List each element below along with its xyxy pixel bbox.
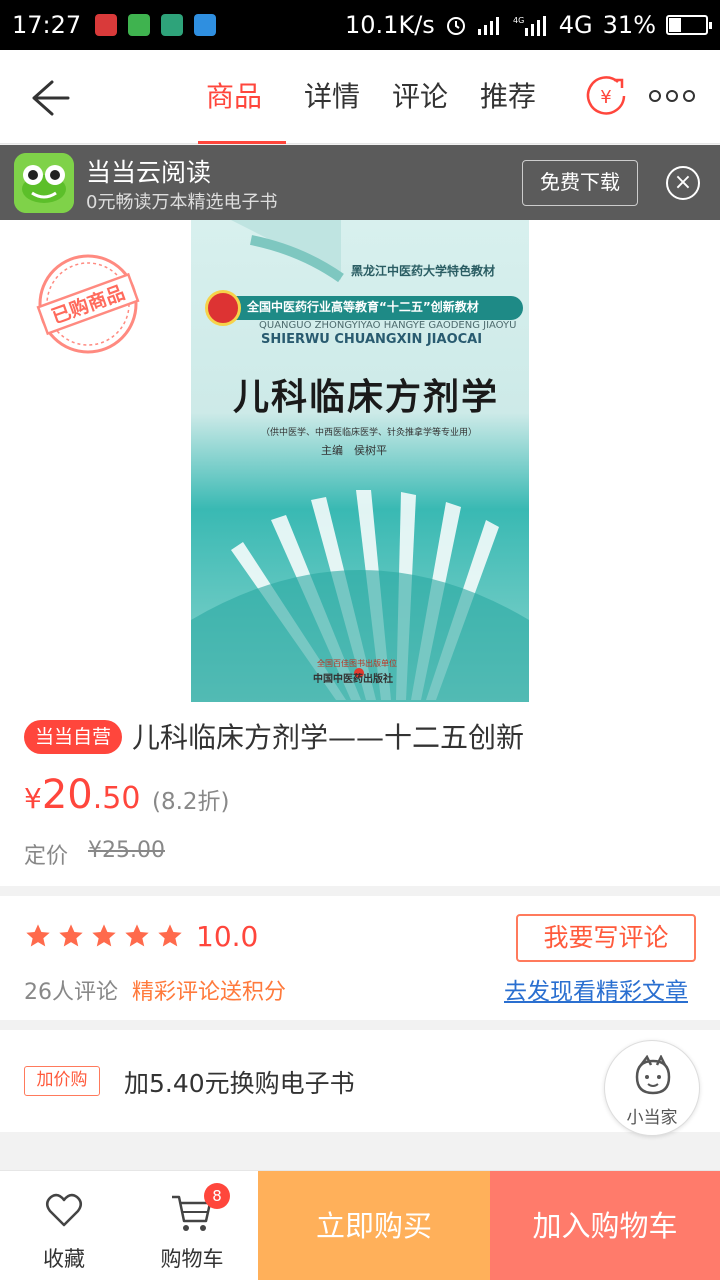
more-icon[interactable] <box>648 86 696 106</box>
cover-editor: 主编 侯树平 <box>321 444 387 457</box>
cover-title: 儿科临床方剂学 <box>233 376 500 418</box>
tab-reviews[interactable]: 评论 <box>376 50 464 144</box>
cover-artwork <box>191 220 529 702</box>
banner-subtitle: 0元畅读万本精选电子书 <box>86 192 278 213</box>
app-notification-icon <box>194 14 217 36</box>
signal-4g-icon: 4G <box>513 16 546 36</box>
add-to-cart-button[interactable]: 加入购物车 <box>490 1171 720 1280</box>
price-symbol: ¥ <box>24 782 42 815</box>
cover-pinyin-line1: QUANGUO ZHONGYIYAO HANGYE GAODENG JIAOYU <box>259 320 517 331</box>
network-type: 4G <box>558 11 593 39</box>
battery-percent: 31% <box>602 11 656 39</box>
status-bar: 17:27 10.1K/s 4G 4G 31% <box>0 0 720 50</box>
back-arrow-icon[interactable] <box>24 72 72 120</box>
status-time: 17:27 <box>12 11 82 39</box>
price-decimal: .50 <box>92 781 141 816</box>
star-icon <box>26 924 50 947</box>
price: ¥20.50 <box>24 772 140 818</box>
battery-icon <box>666 15 712 35</box>
price-integer: 20 <box>41 772 93 818</box>
cart-count-badge: 8 <box>204 1183 230 1209</box>
cover-emblem-icon <box>205 290 241 326</box>
cover-band-text: 全国中医药行业高等教育“十二五”创新教材 <box>247 300 479 314</box>
buy-now-button[interactable]: 立即购买 <box>258 1171 490 1280</box>
product-title: 儿科临床方剂学——十二五创新 <box>132 721 525 754</box>
tab-product[interactable]: 商品 <box>196 50 286 144</box>
write-review-button[interactable]: 我要写评论 <box>516 914 696 962</box>
cart-shortcut-button[interactable]: 8 购物车 <box>128 1171 256 1280</box>
tab-recommend[interactable]: 推荐 <box>464 50 552 144</box>
review-promo: 精彩评论送积分 <box>132 980 287 1005</box>
star-icon <box>92 924 116 947</box>
product-info: 当当自营 儿科临床方剂学——十二五创新 ¥20.50 (8.2折) 定价 ¥25… <box>0 702 720 886</box>
banner-title: 当当云阅读 <box>86 158 212 187</box>
battery-fill <box>669 18 681 32</box>
status-right: 10.1K/s 4G 4G 31% <box>345 11 712 39</box>
star-rating <box>24 922 184 950</box>
signal-icon <box>477 17 499 35</box>
self-operated-tag: 当当自营 <box>24 720 122 754</box>
app-promo-banner[interactable]: 当当云阅读 0元畅读万本精选电子书 免费下载 × <box>0 145 720 220</box>
svg-text:4G: 4G <box>513 16 524 25</box>
wechat-notification-icon <box>128 14 151 36</box>
review-count[interactable]: 26人评论 <box>24 974 118 1006</box>
addon-text: 加5.40元换购电子书 <box>124 1069 355 1098</box>
product-image-area[interactable]: 已购商品 黑龙江中医药大学特色教材 全国中医药行业高等教育“十二五”创新教材 Q… <box>0 220 720 702</box>
addon-tag: 加价购 <box>24 1066 100 1096</box>
tab-details[interactable]: 详情 <box>288 50 376 144</box>
favorite-label: 收藏 <box>43 1247 85 1271</box>
star-icon <box>125 924 149 947</box>
mascot-face-icon <box>635 1055 671 1095</box>
price-alert-icon[interactable]: ¥ <box>584 74 628 118</box>
star-icon <box>158 924 182 947</box>
favorite-button[interactable]: 收藏 <box>0 1171 128 1280</box>
screen: 17:27 10.1K/s 4G 4G 31% 商品 详情 评论 推荐 ¥ 当当… <box>0 0 720 1280</box>
cover-publisher-top: 全国百佳图书出版单位 <box>317 659 397 668</box>
cover-publisher: 中国中医药出版社 <box>313 674 393 685</box>
book-cover: 黑龙江中医药大学特色教材 全国中医药行业高等教育“十二五”创新教材 QUANGU… <box>191 220 529 702</box>
cover-pinyin-line2: SHIERWU CHUANGXIN JIAOCAI <box>261 332 483 347</box>
rating-section: 10.0 26人评论 精彩评论送积分 我要写评论 去发现看精彩文章 <box>0 896 720 1020</box>
list-price: ¥25.00 <box>88 838 165 863</box>
discount-text: (8.2折) <box>152 789 230 815</box>
frog-app-logo-icon <box>14 153 74 213</box>
star-icon <box>59 924 83 947</box>
nav-bar: 商品 详情 评论 推荐 ¥ <box>0 50 720 144</box>
banner-close-icon[interactable]: × <box>666 166 700 200</box>
mascot-label: 小当家 <box>626 1108 678 1128</box>
network-speed: 10.1K/s <box>345 11 435 39</box>
heart-icon <box>46 1193 82 1227</box>
rating-score: 10.0 <box>196 920 259 953</box>
svg-text:¥: ¥ <box>600 87 611 108</box>
assistant-mascot-button[interactable]: 小当家 <box>604 1040 700 1136</box>
scan-notification-icon <box>161 14 184 36</box>
weibo-notification-icon <box>95 14 118 36</box>
cart-label: 购物车 <box>160 1247 224 1271</box>
cover-series: 黑龙江中医药大学特色教材 <box>351 264 496 278</box>
alarm-icon <box>446 17 465 35</box>
discover-articles-link[interactable]: 去发现看精彩文章 <box>504 972 688 1006</box>
cover-note: （供中医学、中西医临床医学、针灸推拿学等专业用） <box>261 428 478 438</box>
purchased-stamp: 已购商品 <box>36 254 140 354</box>
list-price-label: 定价 <box>24 844 69 869</box>
free-download-button[interactable]: 免费下载 <box>522 160 638 206</box>
bottom-action-bar: 收藏 8 购物车 立即购买 加入购物车 <box>0 1170 720 1280</box>
tab-bar: 商品 详情 评论 推荐 <box>196 50 552 144</box>
